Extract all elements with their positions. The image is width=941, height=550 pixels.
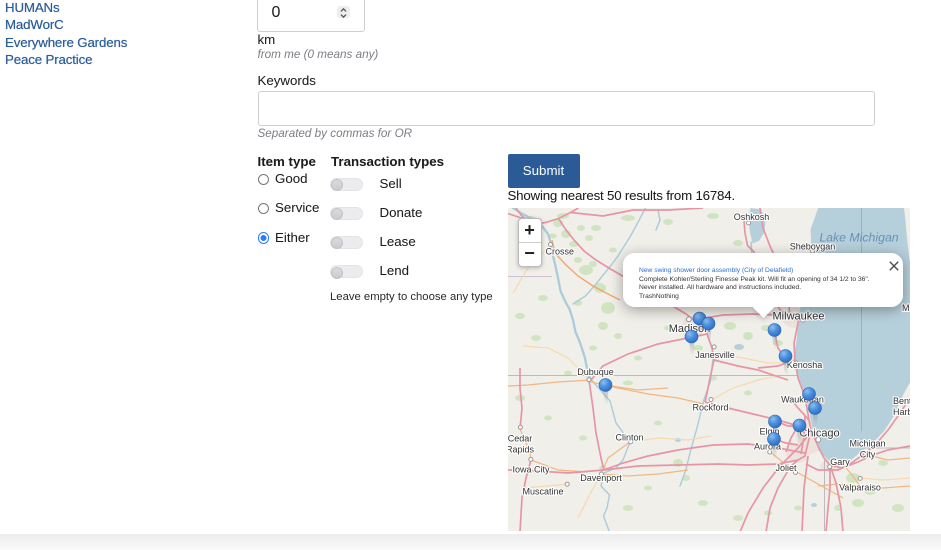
svg-text:Joliet: Joliet: [775, 463, 797, 473]
svg-text:Gary: Gary: [830, 457, 850, 467]
svg-text:Crosse: Crosse: [545, 246, 574, 256]
svg-text:Harbor: Harbor: [893, 407, 910, 417]
svg-text:Cedar: Cedar: [508, 433, 532, 443]
svg-text:Davenport: Davenport: [580, 473, 622, 483]
svg-text:Janesville: Janesville: [695, 350, 735, 360]
svg-text:Benton: Benton: [893, 396, 910, 406]
svg-text:Iowa City: Iowa City: [512, 464, 550, 474]
svg-text:Lake Michigan: Lake Michigan: [819, 230, 898, 244]
svg-text:Rockford: Rockford: [692, 402, 728, 412]
svg-text:Muskegon: Muskegon: [902, 303, 910, 313]
svg-text:Valparaiso: Valparaiso: [839, 482, 881, 492]
svg-text:City: City: [859, 449, 875, 459]
svg-text:Michigan: Michigan: [849, 438, 885, 448]
svg-text:Kenosha: Kenosha: [786, 360, 822, 370]
svg-text:Dubuque: Dubuque: [577, 367, 614, 377]
svg-text:Chicago: Chicago: [799, 427, 839, 439]
svg-text:Oshkosh: Oshkosh: [733, 212, 769, 222]
svg-text:Clinton: Clinton: [615, 432, 643, 442]
svg-text:Muscatine: Muscatine: [522, 486, 563, 496]
svg-text:Milwaukee: Milwaukee: [772, 310, 824, 322]
svg-text:Rapids: Rapids: [508, 444, 535, 454]
